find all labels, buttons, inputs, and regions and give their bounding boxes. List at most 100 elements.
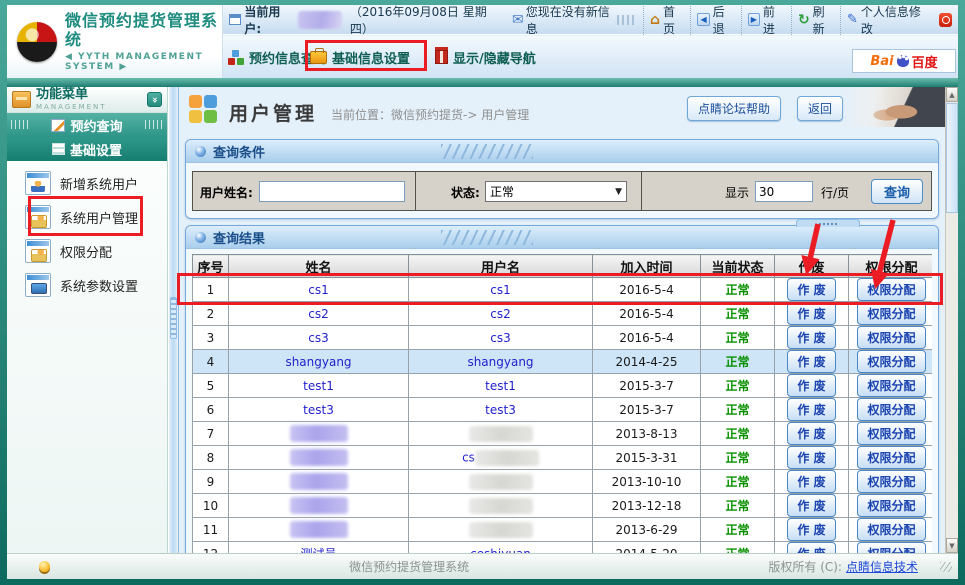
cell-name[interactable]: test1 <box>229 374 409 398</box>
cell-username: test3 <box>409 398 593 422</box>
cell-join-date: 2014-5-20 <box>593 542 701 554</box>
sidebar-group-booking[interactable]: 预约查询 <box>7 113 167 137</box>
cell-status: 正常 <box>701 518 775 542</box>
rows-per-page-input[interactable] <box>755 181 813 202</box>
cell-name[interactable]: cs1 <box>229 278 409 302</box>
page-header: 用户管理 当前位置：微信预约提货-> 用户管理 点睛论坛帮助 返回 <box>179 87 945 135</box>
void-button[interactable]: 作 废 <box>787 494 835 517</box>
baidu-search-box[interactable]: Bai 百度 <box>852 49 956 73</box>
status-label: 状态: <box>451 184 480 201</box>
panel-tab-handle <box>796 219 860 227</box>
sidebar: 功能菜单 MANAGEMENT » 预约查询 基础设置 新增系统用户 <box>7 87 168 553</box>
void-button[interactable]: 作 废 <box>787 374 835 397</box>
assign-permission-button[interactable]: 权限分配 <box>857 542 925 553</box>
menu-base-settings[interactable]: 基础信息设置 <box>310 46 410 68</box>
company-link[interactable]: 点睛信息技术 <box>846 558 918 575</box>
void-button[interactable]: 作 废 <box>787 470 835 493</box>
cell-join-date: 2014-4-25 <box>593 350 701 374</box>
scroll-up-icon[interactable]: ▲ <box>946 87 958 102</box>
cell-name[interactable]: cs3 <box>229 326 409 350</box>
assign-permission-button[interactable]: 权限分配 <box>857 398 925 421</box>
sidebar-group-base-settings[interactable]: 基础设置 <box>7 137 167 161</box>
redacted-name <box>290 473 348 490</box>
assign-permission-button[interactable]: 权限分配 <box>857 350 925 373</box>
date-text: （2016年09月08日 星期四） <box>350 5 502 37</box>
void-button[interactable]: 作 废 <box>787 398 835 421</box>
nav-refresh[interactable]: ↻ 刷新 <box>791 5 840 37</box>
collapse-menu-button[interactable]: » <box>147 92 162 107</box>
form-divider <box>641 172 642 210</box>
current-user-label: 当前用户: <box>244 5 294 37</box>
nav-forward[interactable]: ▶ 前进 <box>741 5 791 37</box>
void-button[interactable]: 作 废 <box>787 302 835 325</box>
form-divider <box>415 172 416 210</box>
assign-permission-button[interactable]: 权限分配 <box>857 422 925 445</box>
cell-no: 8 <box>193 446 229 470</box>
void-button[interactable]: 作 废 <box>787 542 835 553</box>
void-button[interactable]: 作 废 <box>787 518 835 541</box>
nav-profile-edit[interactable]: ✎ 个人信息修改 <box>840 5 933 37</box>
window-icon <box>229 14 241 25</box>
cell-no: 5 <box>193 374 229 398</box>
sidebar-item-user-management[interactable]: 系统用户管理 <box>25 201 161 233</box>
footer-system-name: 微信预约提货管理系统 <box>50 558 768 575</box>
rows-unit-label: 行/页 <box>821 184 849 201</box>
redacted-username <box>469 426 533 442</box>
nav-home[interactable]: ⌂ 首页 <box>643 5 690 37</box>
forum-help-button[interactable]: 点睛论坛帮助 <box>687 96 781 121</box>
void-button[interactable]: 作 废 <box>787 422 835 445</box>
nav-refresh-label: 刷新 <box>813 5 834 37</box>
scroll-down-icon[interactable]: ▼ <box>946 538 958 553</box>
sidebar-item-system-params[interactable]: 系统参数设置 <box>25 269 161 301</box>
void-button[interactable]: 作 废 <box>787 278 835 301</box>
cell-status: 正常 <box>701 494 775 518</box>
menu-toggle-nav[interactable]: 显示/隐藏导航 <box>435 46 536 68</box>
assign-permission-button[interactable]: 权限分配 <box>857 278 925 301</box>
cell-name[interactable]: cs2 <box>229 302 409 326</box>
logout-icon[interactable] <box>939 13 952 27</box>
assign-permission-button[interactable]: 权限分配 <box>857 446 925 469</box>
void-button[interactable]: 作 废 <box>787 350 835 373</box>
assign-permission-button[interactable]: 权限分配 <box>857 302 925 325</box>
cell-name[interactable]: shangyang <box>229 350 409 374</box>
results-table-wrap: 序号 姓名 用户名 加入时间 当前状态 作废 权限分配 1 <box>192 254 932 553</box>
cell-username: cs2 <box>409 302 593 326</box>
search-button[interactable]: 查询 <box>871 179 923 204</box>
cell-name[interactable]: test3 <box>229 398 409 422</box>
vertical-scrollbar[interactable]: ▲ ▼ <box>945 87 958 553</box>
cell-join-date: 2013-8-13 <box>593 422 701 446</box>
assign-permission-button[interactable]: 权限分配 <box>857 374 925 397</box>
cell-status: 正常 <box>701 302 775 326</box>
assign-permission-button[interactable]: 权限分配 <box>857 518 925 541</box>
col-join-date: 加入时间 <box>593 255 701 278</box>
cell-no: 9 <box>193 470 229 494</box>
user-name-input[interactable] <box>259 181 405 202</box>
splitter-grip[interactable] <box>170 297 177 339</box>
status-select[interactable]: 正常 ▼ <box>485 181 627 202</box>
cell-status: 正常 <box>701 422 775 446</box>
sidebar-item-add-user-label: 新增系统用户 <box>60 174 138 193</box>
mail-icon: ✉ <box>512 12 524 28</box>
table-row: 12 测试员 ceshiyuan 2014-5-20 正常 作 废 权限分配 <box>193 542 933 554</box>
nav-back[interactable]: ◀ 后退 <box>690 5 740 37</box>
assign-permission-button[interactable]: 权限分配 <box>857 470 925 493</box>
system-title: 微信预约提货管理系统 <box>65 11 222 49</box>
cell-name[interactable]: 测试员 <box>229 542 409 554</box>
void-button[interactable]: 作 废 <box>787 326 835 349</box>
scrollbar-thumb[interactable] <box>946 103 958 213</box>
assign-permission-button[interactable]: 权限分配 <box>857 494 925 517</box>
sidebar-item-add-user[interactable]: 新增系统用户 <box>25 167 161 199</box>
sidebar-item-permission[interactable]: 权限分配 <box>25 235 161 267</box>
void-button[interactable]: 作 废 <box>787 446 835 469</box>
assign-permission-button[interactable]: 权限分配 <box>857 326 925 349</box>
current-user-redacted <box>298 11 342 29</box>
cell-status: 正常 <box>701 446 775 470</box>
app-logo-icon <box>17 22 57 62</box>
return-button[interactable]: 返回 <box>797 96 843 121</box>
col-username: 用户名 <box>409 255 593 278</box>
top-info-bar: 当前用户: （2016年09月08日 星期四） ✉ 您现在没有新信息 ⌂ 首页 … <box>223 5 958 35</box>
header-divider <box>7 78 958 87</box>
cell-no: 7 <box>193 422 229 446</box>
main-content: 用户管理 当前位置：微信预约提货-> 用户管理 点睛论坛帮助 返回 查询条件 用… <box>179 87 945 553</box>
cell-status: 正常 <box>701 374 775 398</box>
